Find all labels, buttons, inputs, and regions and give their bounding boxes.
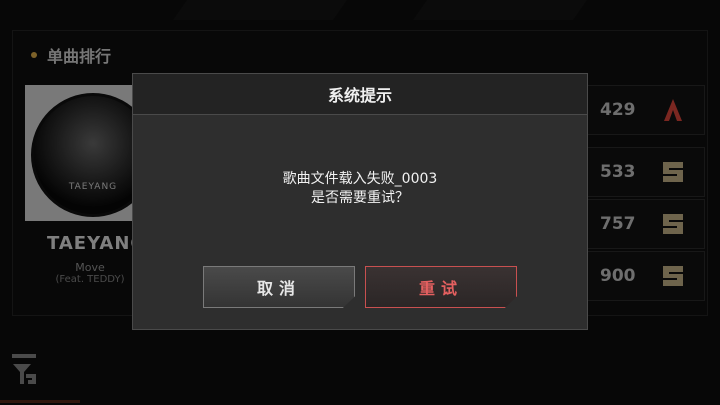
- dialog-message: 歌曲文件载入失败_0003 是否需要重试？: [133, 170, 587, 208]
- dialog-message-line1: 歌曲文件载入失败_0003: [282, 171, 438, 187]
- dialog-message-line2: 是否需要重试？: [311, 190, 409, 206]
- system-dialog: 系统提示 歌曲文件载入失败_0003 是否需要重试？ 取消 重试: [132, 73, 588, 330]
- cancel-button[interactable]: 取消: [203, 266, 355, 308]
- retry-button[interactable]: 重试: [365, 266, 517, 308]
- dialog-title: 系统提示: [133, 74, 587, 115]
